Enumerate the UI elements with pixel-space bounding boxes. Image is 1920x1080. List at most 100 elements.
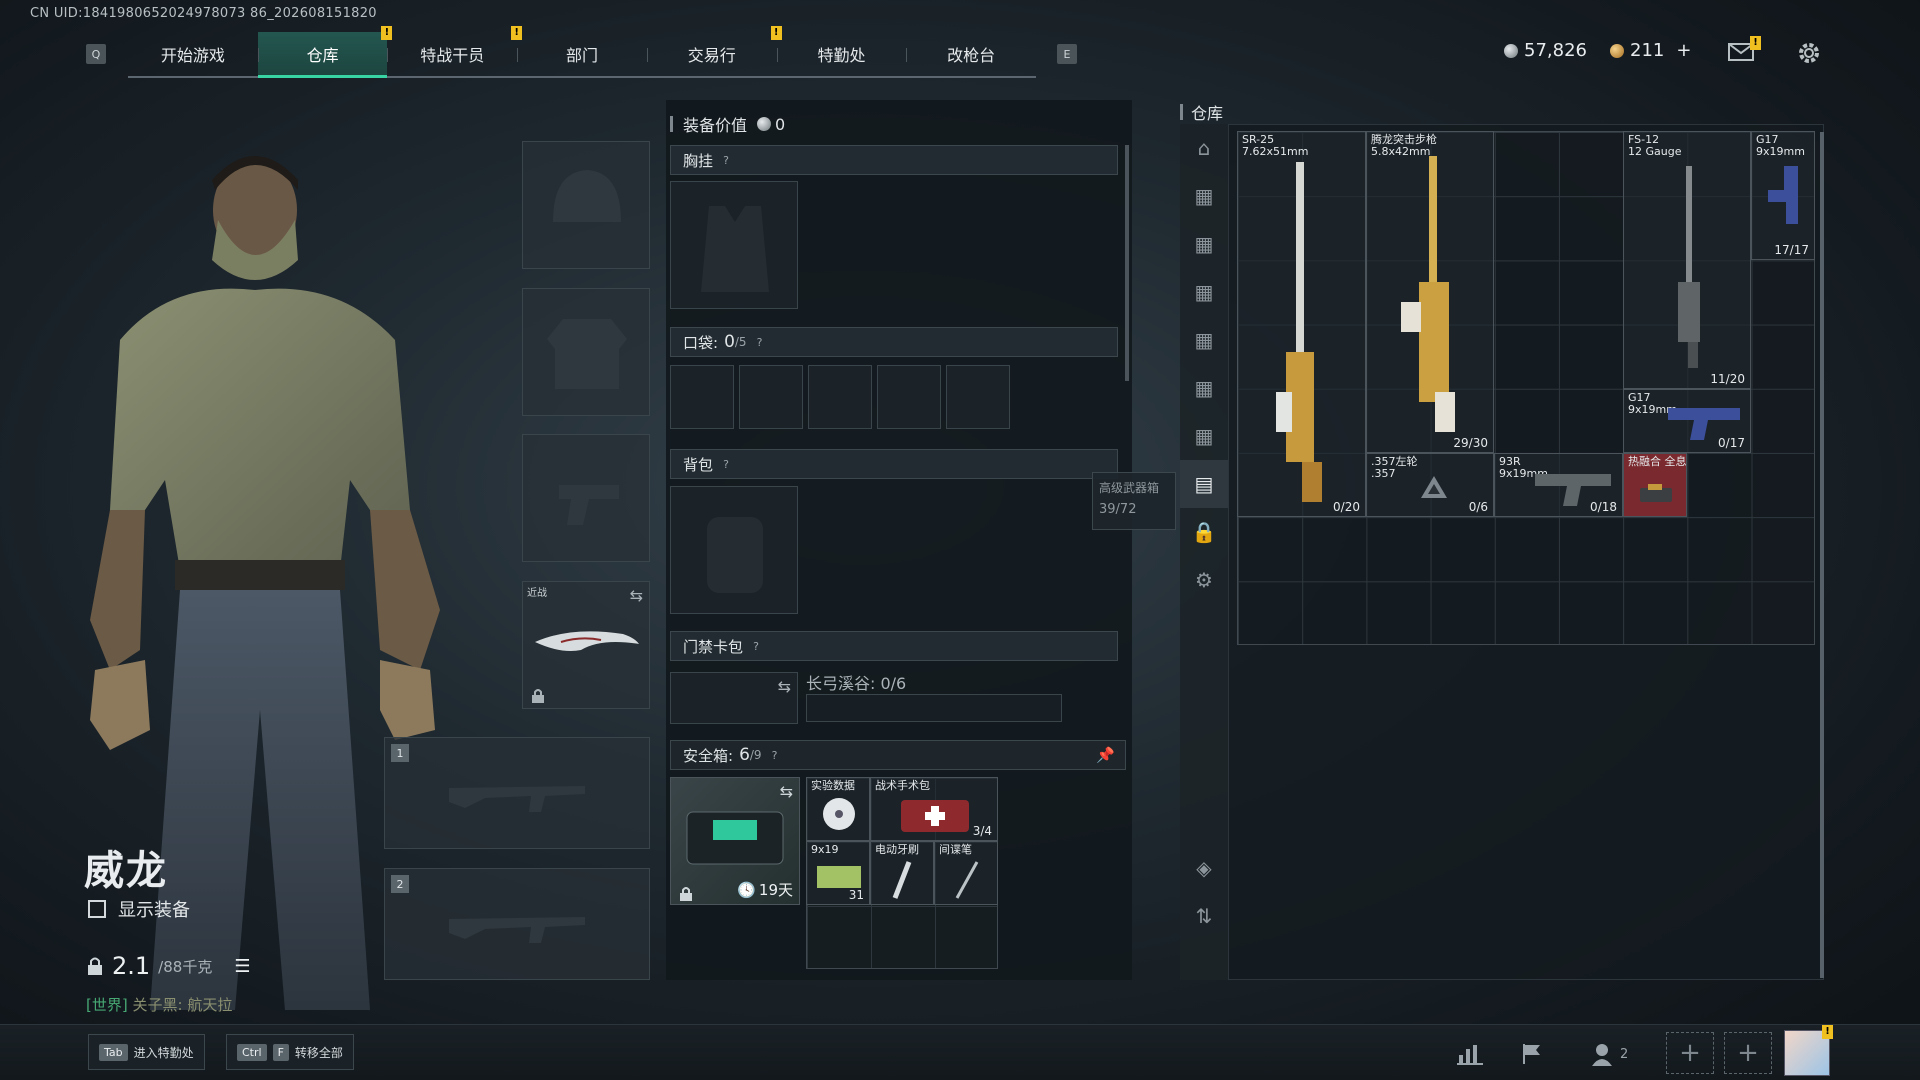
primary-weapon-slot-2[interactable]: 2 [384,868,650,980]
pocket-slot[interactable] [808,365,872,429]
notification-badge: ! [381,26,393,40]
warehouse-item-g17-blue[interactable]: G17 9x19mm 17/17 [1751,131,1815,260]
chat-line[interactable]: [世界] 关子黑: 航天拉 [86,994,232,1015]
rifle-icon [449,786,585,812]
helmet-slot[interactable] [522,141,650,269]
pin-icon[interactable]: 📌 [1096,746,1115,764]
sidebar-page-icon[interactable]: ▦ [1180,316,1228,364]
stats-icon[interactable] [1452,1036,1488,1072]
primary-weapon-slot-1[interactable]: 1 [384,737,650,849]
keycard-label: 门禁卡包 [683,637,744,656]
help-icon[interactable]: ? [753,335,767,349]
pocket-slot[interactable] [877,365,941,429]
warehouse-item-sr25[interactable]: SR-25 7.62x51mm 0/20 [1237,131,1366,517]
hint-label: 转移全部 [294,1045,343,1060]
rifle-icon [449,917,585,943]
warehouse-item-g17[interactable]: G17 9x19mm 0/17 [1623,389,1751,453]
show-gear-toggle[interactable]: 显示装备 [88,896,190,922]
sidebar-page-icon[interactable]: ▦ [1180,220,1228,268]
safebox-item-spy-pen[interactable]: 间谍笔 [934,841,998,905]
show-gear-label: 显示装备 [118,900,190,921]
warehouse-item-93r[interactable]: 93R 9x19mm 0/18 [1494,453,1623,517]
safebox-item-toothbrush[interactable]: 电动牙刷 [870,841,934,905]
settings-button[interactable] [1796,40,1822,66]
main-nav: 开始游戏 仓库 特战干员! 部门! 交易行 特勤处! 改枪台 [128,26,1036,78]
safebox-item-surgical-kit[interactable]: 战术手术包 3/4 [870,777,998,841]
karambit-icon [535,631,639,651]
tab-department[interactable]: 部门! [511,26,647,76]
safebox-item-lab-data[interactable]: 实验数据 [806,777,870,841]
rifle-icon [1276,162,1322,502]
help-icon[interactable]: ? [749,639,763,653]
keycard-grid[interactable] [806,694,1062,722]
avatar[interactable]: ! [1784,1025,1833,1076]
list-icon[interactable]: ☰ [234,956,250,977]
help-icon[interactable]: ? [768,748,782,762]
layers-icon[interactable]: ◈ [1180,844,1228,892]
chest-rig-label: 胸挂 [683,151,714,170]
sidebar-weapon-page-icon[interactable]: ▤ [1180,460,1228,508]
pistol-slot[interactable] [522,434,650,562]
disc-icon [823,798,855,830]
sidebar-gear-icon[interactable]: ⚙ [1180,556,1228,604]
backpack-slot[interactable] [670,486,798,614]
sidebar-page-icon[interactable]: ▦ [1180,364,1228,412]
nav-prev-key[interactable]: Q [86,44,106,64]
swap-icon[interactable]: ⇆ [780,782,793,801]
tab-operators[interactable]: 特战干员! [381,26,517,76]
warehouse-item-qbz-dragon[interactable]: 腾龙突击步枪 5.8x42mm 29/30 [1366,131,1494,453]
warehouse-item-fs12[interactable]: FS-12 12 Gauge 11/20 [1623,131,1751,389]
swap-icon[interactable]: ⇆ [778,677,791,696]
pocket-slot[interactable] [670,365,734,429]
backpack-label: 背包 [683,455,714,474]
pocket-slot[interactable] [946,365,1010,429]
add-gold-icon[interactable]: + [1676,40,1691,61]
silver-coin-icon [757,117,772,131]
enter-special-ops-hint[interactable]: Tab 进入特勤处 [88,1034,205,1070]
tab-start-game[interactable]: 开始游戏 [128,32,258,76]
nav-next-key[interactable]: E [1057,44,1077,64]
sidebar-page-icon[interactable]: ▦ [1180,412,1228,460]
invite-slot-2[interactable]: + [1724,1032,1772,1074]
sidebar-page-icon[interactable]: ▦ [1180,172,1228,220]
friends-button[interactable]: 2 [1590,1036,1640,1072]
loadout-scrollbar[interactable] [1125,145,1129,381]
show-gear-checkbox[interactable] [88,900,106,918]
invite-slot-1[interactable]: + [1666,1032,1714,1074]
tab-special-ops[interactable]: 特勤处! [770,26,907,76]
tab-trading[interactable]: 交易行 [646,32,777,76]
help-icon[interactable]: ? [719,153,733,167]
help-icon[interactable]: ? [719,457,733,471]
transfer-all-hint[interactable]: Ctrl F 转移全部 [226,1034,354,1070]
safebox-slot[interactable]: ⇆ 🕓 19天 [670,777,800,905]
sidebar-lock-icon[interactable]: 🔒 [1180,508,1228,556]
melee-slot[interactable]: 近战 ⇆ [522,581,650,709]
swap-icon[interactable]: ⇆ [630,586,643,605]
safebox-label: 安全箱: [683,746,734,765]
avatar-badge: ! [1822,1025,1833,1039]
warehouse-item-holo-sight[interactable]: 热融合 全息 [1623,453,1687,517]
armor-slot[interactable] [522,288,650,416]
flag-icon[interactable] [1514,1036,1550,1072]
lock-icon [680,887,692,901]
safebox-header: 安全箱: 6/9 ? 📌 [670,740,1126,770]
keycard-slot[interactable]: ⇆ [670,672,798,724]
warehouse-item-357-revolver[interactable]: .357左轮 .357 0/6 [1366,453,1494,517]
gear-icon [1799,43,1819,63]
safebox-max: /9 [749,748,762,762]
sort-icon[interactable]: ⇅ [1180,892,1228,940]
chest-rig-slot[interactable] [670,181,798,309]
warehouse-scrollbar[interactable] [1820,132,1824,978]
tab-gunsmith[interactable]: 改枪台 [906,32,1036,76]
gold-currency[interactable]: 211 + [1610,40,1691,61]
tab-warehouse[interactable]: 仓库 [257,32,388,78]
sidebar-page-icon[interactable]: ▦ [1180,268,1228,316]
pocket-slot[interactable] [739,365,803,429]
sidebar-all-icon[interactable]: ⌂ [1180,124,1228,172]
mail-button[interactable]: ! [1728,36,1761,62]
safebox-item-ammo[interactable]: 9x19 31 [806,841,870,905]
pocket-header: 口袋: 0/5 ? [670,327,1118,357]
medkit-icon [901,800,969,832]
operator-name: 威龙 [84,848,168,894]
helmet-icon [553,170,621,222]
